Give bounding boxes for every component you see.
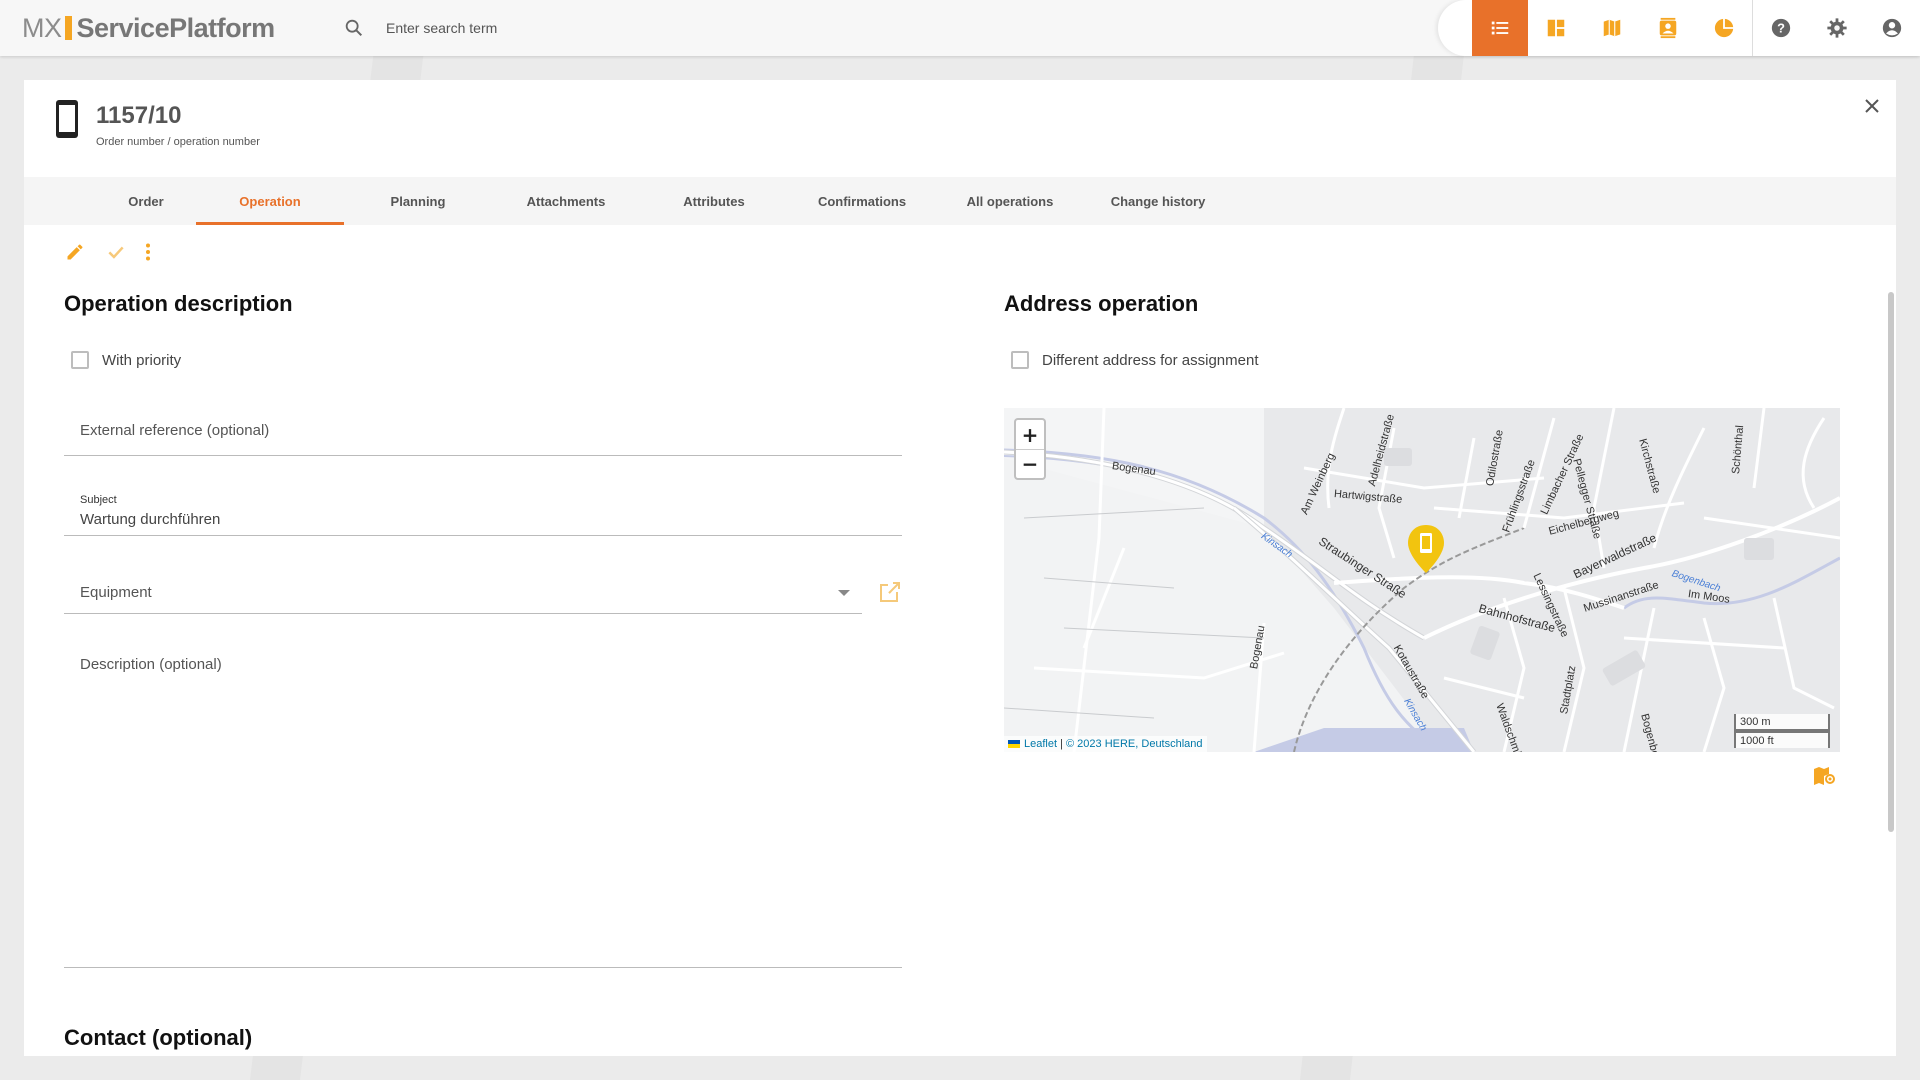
- record-title: 1157/10: [96, 102, 182, 129]
- map-icon: [1603, 19, 1621, 37]
- account-icon: [1882, 18, 1902, 38]
- confirm-button[interactable]: [104, 240, 128, 264]
- zoom-in-button[interactable]: +: [1016, 420, 1044, 449]
- settings-icon: [1827, 18, 1847, 38]
- map-attribution: Leaflet | © 2023 HERE, Deutschland: [1004, 736, 1207, 752]
- contacts-icon: [1659, 17, 1677, 39]
- more-vertical-icon: [146, 243, 150, 261]
- with-priority-label: With priority: [102, 351, 182, 369]
- scrollbar-thumb[interactable]: [1888, 292, 1894, 832]
- settings-button[interactable]: [1809, 0, 1865, 56]
- search-icon[interactable]: [343, 17, 365, 39]
- tab-confirmations[interactable]: Confirmations: [788, 177, 936, 225]
- nav-map-button[interactable]: [1584, 0, 1640, 56]
- nav-list-button[interactable]: [1472, 0, 1528, 56]
- equipment-select[interactable]: Equipment: [64, 562, 862, 614]
- help-icon: ?: [1771, 18, 1791, 38]
- mobile-device-icon: [56, 100, 78, 138]
- pencil-icon: [67, 244, 83, 260]
- list-icon: [1491, 21, 1509, 35]
- top-app-bar: MX ServicePlatform Enter search term ?: [0, 0, 1920, 56]
- attribution-separator: |: [1057, 738, 1067, 750]
- operation-description-title: Operation description: [64, 291, 293, 316]
- subject-field[interactable]: Subject Wartung durchführen: [64, 484, 902, 536]
- different-address-label: Different address for assignment: [1042, 351, 1259, 369]
- map-zoom-control: + −: [1014, 418, 1046, 480]
- check-icon: [108, 246, 124, 259]
- detail-tabs: Order Operation Planning Attachments Att…: [24, 177, 1896, 225]
- nav-dashboard-button[interactable]: [1528, 0, 1584, 56]
- operation-detail-card: 1157/10 Order number / operation number …: [24, 80, 1896, 1056]
- leaflet-link[interactable]: Leaflet: [1024, 738, 1057, 750]
- map-tiles: [1004, 408, 1840, 752]
- svg-text:?: ?: [1777, 21, 1785, 36]
- edit-button[interactable]: [63, 240, 87, 264]
- tab-attachments[interactable]: Attachments: [492, 177, 640, 225]
- with-priority-checkbox[interactable]: With priority: [71, 348, 181, 372]
- address-map[interactable]: Bogenau Hartwigstraße Am Weinberg Adelhe…: [1004, 408, 1840, 752]
- help-button[interactable]: ?: [1753, 0, 1809, 56]
- chevron-down-icon[interactable]: [838, 590, 850, 596]
- here-attribution-link[interactable]: © 2023 HERE, Deutschland: [1066, 738, 1203, 750]
- ukraine-flag-icon: [1008, 740, 1020, 748]
- logo-prefix: MX: [22, 12, 62, 43]
- app-logo[interactable]: MX ServicePlatform: [22, 12, 275, 44]
- tab-all-operations[interactable]: All operations: [936, 177, 1084, 225]
- description-placeholder: Description (optional): [80, 656, 222, 673]
- different-address-checkbox[interactable]: Different address for assignment: [1011, 348, 1259, 372]
- nav-contacts-button[interactable]: [1640, 0, 1696, 56]
- tab-attributes[interactable]: Attributes: [640, 177, 788, 225]
- tab-operation[interactable]: Operation: [196, 177, 344, 225]
- description-textarea[interactable]: Description (optional): [64, 642, 902, 968]
- contact-section-title: Contact (optional): [64, 1025, 253, 1050]
- tab-planning[interactable]: Planning: [344, 177, 492, 225]
- scale-metric: 300 m: [1734, 714, 1830, 731]
- pie-chart-icon: [1714, 18, 1734, 38]
- external-reference-field[interactable]: External reference (optional): [64, 404, 902, 456]
- external-reference-placeholder: External reference (optional): [80, 422, 270, 439]
- checkbox-box[interactable]: [71, 351, 89, 369]
- equipment-placeholder: Equipment: [80, 584, 152, 601]
- scale-imperial: 1000 ft: [1734, 731, 1830, 748]
- close-button[interactable]: [1860, 94, 1884, 118]
- more-options-button[interactable]: [136, 240, 160, 264]
- record-subtitle: Order number / operation number: [96, 136, 260, 148]
- zoom-out-button[interactable]: −: [1016, 449, 1044, 478]
- checkbox-box[interactable]: [1011, 351, 1029, 369]
- map-scale: 300 m 1000 ft: [1734, 714, 1830, 748]
- map-location-action-icon[interactable]: [1812, 764, 1836, 788]
- logo-bar: [64, 16, 72, 40]
- nav-reports-button[interactable]: [1696, 0, 1752, 56]
- account-button[interactable]: [1864, 0, 1920, 56]
- logo-name: ServicePlatform: [76, 12, 276, 43]
- subject-value: Wartung durchführen: [80, 511, 221, 528]
- address-operation-title: Address operation: [1004, 291, 1199, 316]
- search-input[interactable]: [386, 16, 886, 40]
- location-marker-icon[interactable]: [1406, 523, 1446, 575]
- close-icon: [1865, 99, 1879, 113]
- subject-label: Subject: [80, 494, 117, 506]
- tab-change-history[interactable]: Change history: [1084, 177, 1232, 225]
- open-external-icon[interactable]: [878, 580, 902, 604]
- dashboard-icon: [1547, 19, 1565, 37]
